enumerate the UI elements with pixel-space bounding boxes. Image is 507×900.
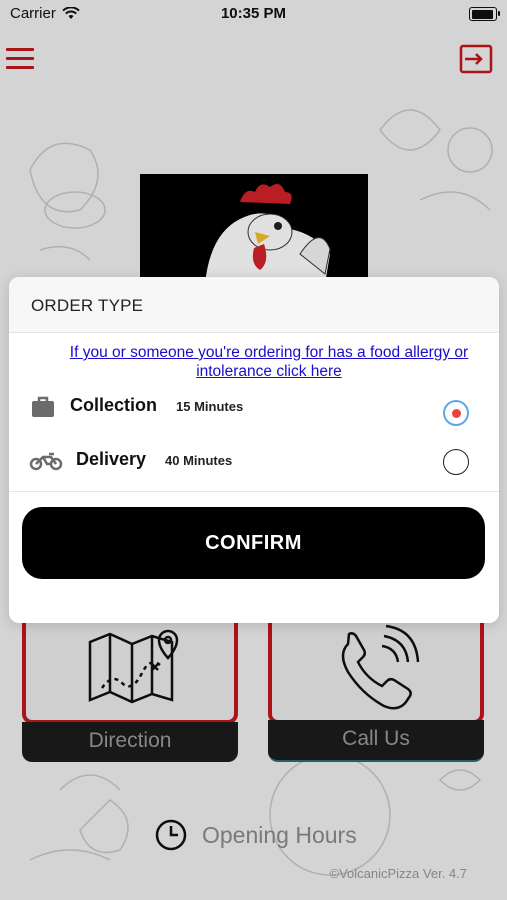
- collection-radio[interactable]: [443, 400, 469, 426]
- allergy-info-link[interactable]: If you or someone you're ordering for ha…: [49, 343, 489, 381]
- delivery-radio[interactable]: [443, 449, 469, 475]
- order-option-collection[interactable]: Collection 15 Minutes: [9, 385, 499, 429]
- briefcase-icon: [32, 396, 54, 417]
- collection-time: 15 Minutes: [176, 399, 244, 414]
- order-type-modal: ORDER TYPE If you or someone you're orde…: [9, 277, 499, 623]
- collection-label: Collection: [70, 395, 158, 415]
- confirm-button[interactable]: CONFIRM: [22, 507, 485, 579]
- modal-title: ORDER TYPE: [31, 296, 144, 315]
- modal-divider: [9, 491, 499, 492]
- delivery-label: Delivery: [76, 449, 147, 469]
- radio-selected-dot: [452, 409, 461, 418]
- delivery-time: 40 Minutes: [165, 453, 233, 468]
- motorbike-icon: [29, 452, 63, 471]
- order-option-delivery[interactable]: Delivery 40 Minutes: [9, 439, 499, 483]
